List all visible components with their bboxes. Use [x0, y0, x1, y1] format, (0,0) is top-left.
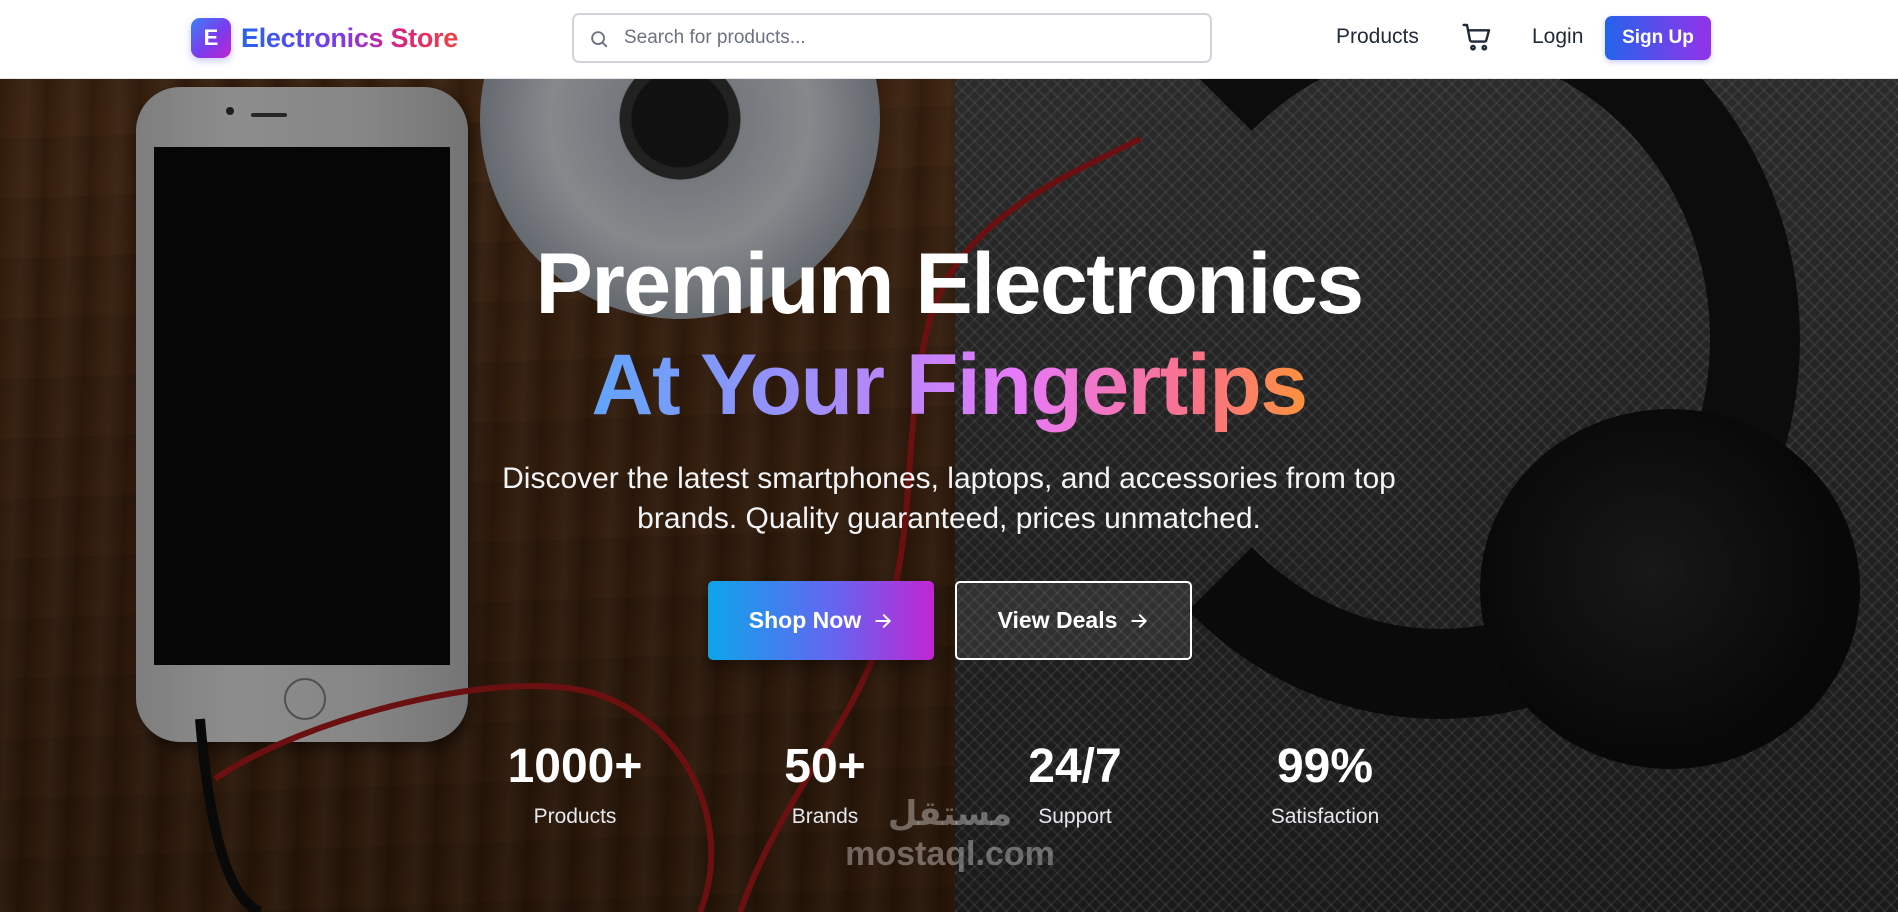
brand-logo: E — [191, 18, 231, 58]
arrow-right-icon — [875, 613, 891, 628]
search-box[interactable] — [572, 13, 1212, 63]
hero-description: Discover the latest smartphones, laptops… — [502, 462, 1396, 535]
navbar: E Electronics Store Products Login Sign … — [0, 0, 1898, 79]
watermark-arabic: مستقل — [887, 795, 1013, 833]
stat-value: 50+ — [784, 740, 866, 793]
shop-now-label: Shop Now — [748, 607, 862, 633]
shopping-cart-icon — [1462, 23, 1491, 51]
stat-label: Products — [533, 805, 617, 828]
watermark: مستقل mostaql.com — [820, 794, 1080, 874]
stat-value: 1000+ — [507, 740, 643, 793]
watermark-latin: mostaql.com — [845, 835, 1055, 873]
hero-title-highlight: At Your Fingertips — [591, 337, 1308, 433]
hero-section: Premium Electronics At Your Fingertips D… — [0, 79, 1898, 912]
search-icon — [591, 31, 608, 48]
stat-label: Satisfaction — [1270, 805, 1380, 828]
view-deals-button[interactable]: View Deals — [955, 581, 1192, 660]
stat-value: 99% — [1276, 740, 1374, 793]
hero-title: Premium Electronics — [535, 236, 1364, 332]
brand-home-link[interactable]: E Electronics Store — [191, 18, 458, 58]
search-input[interactable] — [624, 15, 1204, 61]
view-deals-label: View Deals — [997, 607, 1118, 633]
shop-now-button[interactable]: Shop Now — [708, 581, 934, 660]
stat-value: 24/7 — [1028, 740, 1122, 793]
login-link[interactable]: Login — [1532, 25, 1583, 49]
signup-button[interactable]: Sign Up — [1605, 16, 1711, 60]
nav-link-products[interactable]: Products — [1336, 25, 1419, 49]
arrow-right-icon — [1131, 613, 1148, 628]
stat-satisfaction: 99% Satisfaction — [1195, 739, 1455, 829]
stat-products: 1000+ Products — [445, 739, 705, 829]
cart-button[interactable] — [1461, 21, 1493, 53]
brand-name: Electronics Store — [241, 22, 458, 53]
